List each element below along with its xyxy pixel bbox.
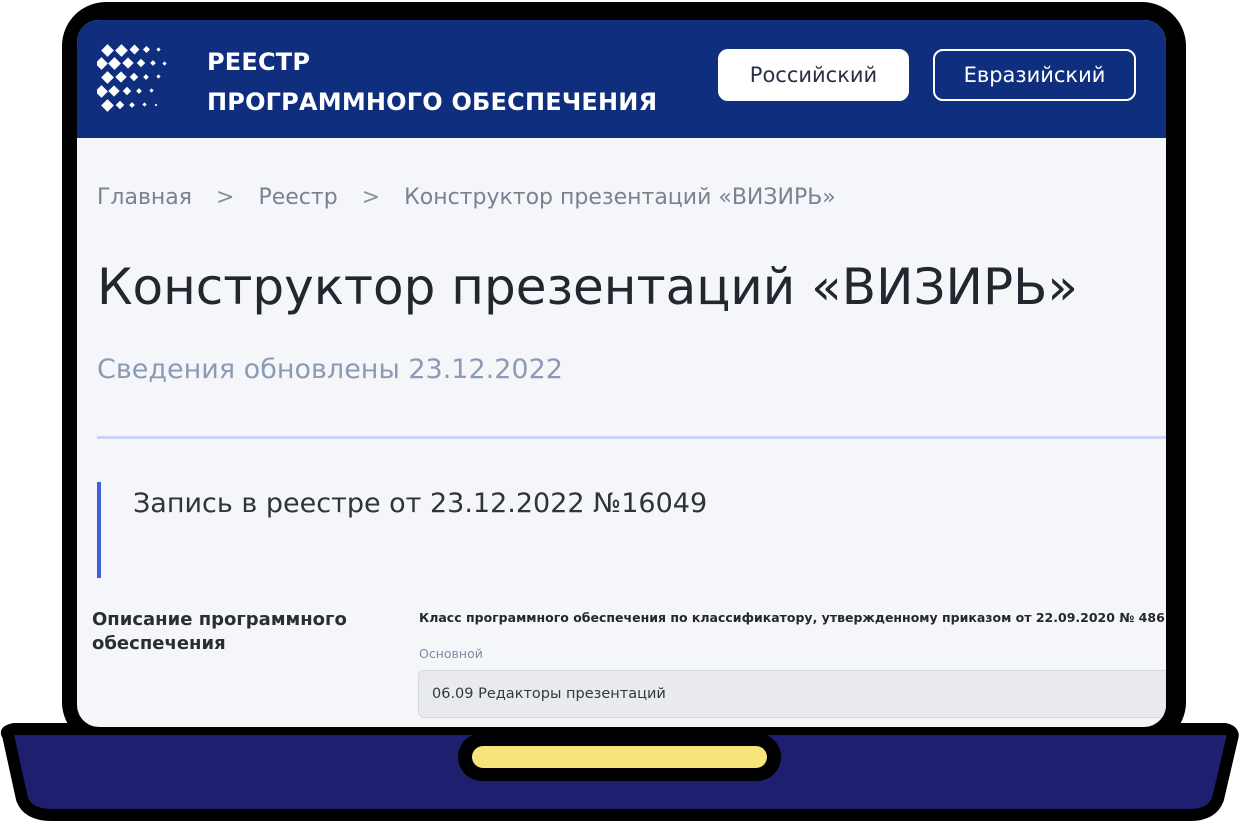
- site-brand[interactable]: РЕЕСТР ПРОГРАММНОГО ОБЕСПЕЧЕНИЯ: [207, 42, 657, 122]
- touchpad-highlight: [472, 746, 767, 768]
- touchpad: [458, 733, 781, 781]
- divider: [97, 436, 1166, 439]
- breadcrumb-home-link[interactable]: Главная: [97, 185, 192, 210]
- registry-logo-icon[interactable]: [97, 42, 171, 116]
- updated-date: Сведения обновлены 23.12.2022: [97, 354, 563, 385]
- classifier-title: Класс программного обеспечения по класси…: [419, 610, 1165, 625]
- software-class-field[interactable]: 06.09 Редакторы презентаций: [418, 670, 1166, 718]
- page-title: Конструктор презентаций «ВИЗИРЬ»: [97, 258, 1078, 316]
- breadcrumb-separator: >: [216, 185, 235, 210]
- section-label: Описание программного обеспечения: [92, 609, 347, 654]
- site-header: РЕЕСТР ПРОГРАММНОГО ОБЕСПЕЧЕНИЯ Российск…: [77, 20, 1166, 138]
- breadcrumb: Главная > Реестр > Конструктор презентац…: [97, 185, 836, 210]
- software-class-value: 06.09 Редакторы презентаций: [432, 686, 666, 702]
- browser-screen: РЕЕСТР ПРОГРАММНОГО ОБЕСПЕЧЕНИЯ Российск…: [77, 20, 1166, 727]
- breadcrumb-current: Конструктор презентаций «ВИЗИРЬ»: [404, 185, 836, 210]
- brand-line-2: ПРОГРАММНОГО ОБЕСПЕЧЕНИЯ: [207, 88, 658, 116]
- field-label-main: Основной: [419, 646, 483, 661]
- russian-registry-button[interactable]: Российский: [718, 49, 909, 101]
- record-accent-bar: [97, 482, 101, 578]
- breadcrumb-registry-link[interactable]: Реестр: [258, 185, 337, 210]
- brand-line-1: РЕЕСТР: [207, 48, 311, 76]
- eurasian-registry-button[interactable]: Евразийский: [933, 49, 1136, 101]
- breadcrumb-separator: >: [361, 185, 381, 210]
- registry-record: Запись в реестре от 23.12.2022 №16049: [133, 488, 708, 519]
